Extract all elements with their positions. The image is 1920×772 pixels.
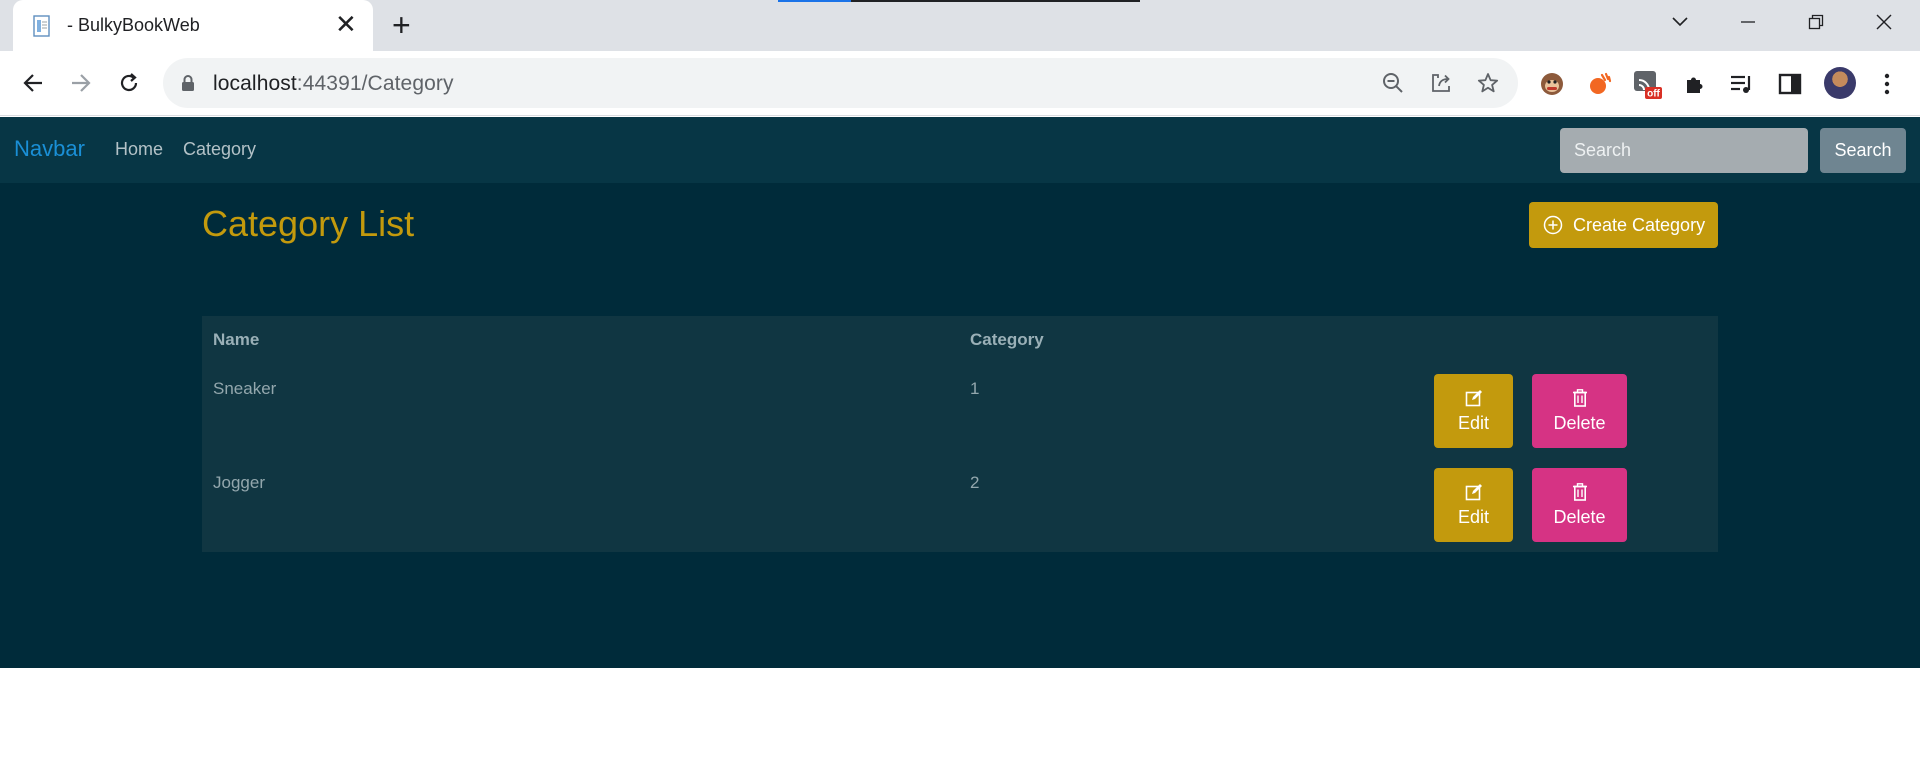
bookmark-star-icon[interactable] [1476,71,1500,95]
search-input[interactable] [1560,128,1808,173]
url-host: localhost [213,72,297,95]
browser-tabstrip: - BulkyBookWeb ✕ + [0,0,1920,51]
cast-off-badge: off [1647,89,1660,100]
column-header-name: Name [213,330,260,349]
search-button[interactable]: Search [1820,128,1906,173]
new-tab-icon[interactable]: + [392,9,411,41]
tab-search-icon[interactable] [1662,8,1698,36]
forward-arrow-icon[interactable] [63,65,99,101]
delete-label: Delete [1553,506,1606,527]
edit-label: Edit [1457,506,1490,527]
close-tab-icon[interactable]: ✕ [335,11,357,37]
edit-button[interactable]: Edit [1434,468,1513,542]
edit-label: Edit [1457,412,1490,433]
navbar-brand[interactable]: Navbar [14,136,85,162]
orange-extension-icon[interactable] [1585,69,1615,99]
column-header-category: Category [970,330,1044,349]
tab-title: - BulkyBookWeb [67,15,200,35]
browser-tab[interactable]: - BulkyBookWeb ✕ [13,0,373,51]
row-name: Sneaker [213,379,277,398]
address-bar[interactable]: localhost:44391/Category [163,58,1518,108]
edit-button[interactable]: Edit [1434,374,1513,448]
create-category-button[interactable]: Create Category [1529,202,1718,248]
cast-off-extension-icon[interactable]: off [1632,69,1662,99]
delete-label: Delete [1553,412,1606,433]
profile-avatar[interactable] [1822,65,1858,101]
url-path: :44391/Category [296,72,454,95]
trash-icon [1572,482,1587,501]
url-text[interactable]: localhost:44391/Category [213,72,454,96]
minimize-icon[interactable] [1730,8,1766,36]
site-navbar: Navbar Home Category Search [0,117,1920,183]
nav-link-category[interactable]: Category [183,139,256,160]
restore-icon[interactable] [1798,8,1834,36]
back-arrow-icon[interactable] [15,65,51,101]
row-name: Jogger [213,473,265,492]
row-category: 1 [970,379,980,398]
create-category-label: Create Category [1573,214,1706,235]
zoom-out-icon[interactable] [1381,71,1405,95]
kebab-menu-icon[interactable] [1872,69,1902,99]
share-icon[interactable] [1429,71,1453,95]
delete-button[interactable]: Delete [1532,468,1627,542]
avatar-image [1824,67,1856,99]
nav-link-home[interactable]: Home [115,139,163,160]
loading-indicator [778,0,1140,2]
page-title: Category List [202,203,415,244]
page-favicon-icon [33,15,50,37]
close-window-icon[interactable] [1866,8,1902,36]
edit-icon [1465,483,1482,500]
side-panel-icon[interactable] [1775,69,1805,99]
playlist-icon[interactable] [1727,69,1757,99]
puzzle-extensions-icon[interactable] [1680,69,1710,99]
page-body: Navbar Home Category Search Category Lis… [0,117,1920,668]
edit-icon [1465,389,1482,406]
delete-button[interactable]: Delete [1532,374,1627,448]
monkey-extension-icon[interactable] [1537,69,1567,99]
trash-icon [1572,388,1587,407]
category-table: Name Category Sneaker 1 Edit Delete Jogg… [202,316,1718,552]
browser-toolbar: localhost:44391/Category off [0,51,1920,116]
plus-circle-icon [1543,215,1563,235]
lock-icon[interactable] [181,74,195,92]
reload-icon[interactable] [111,65,147,101]
row-category: 2 [970,473,980,492]
